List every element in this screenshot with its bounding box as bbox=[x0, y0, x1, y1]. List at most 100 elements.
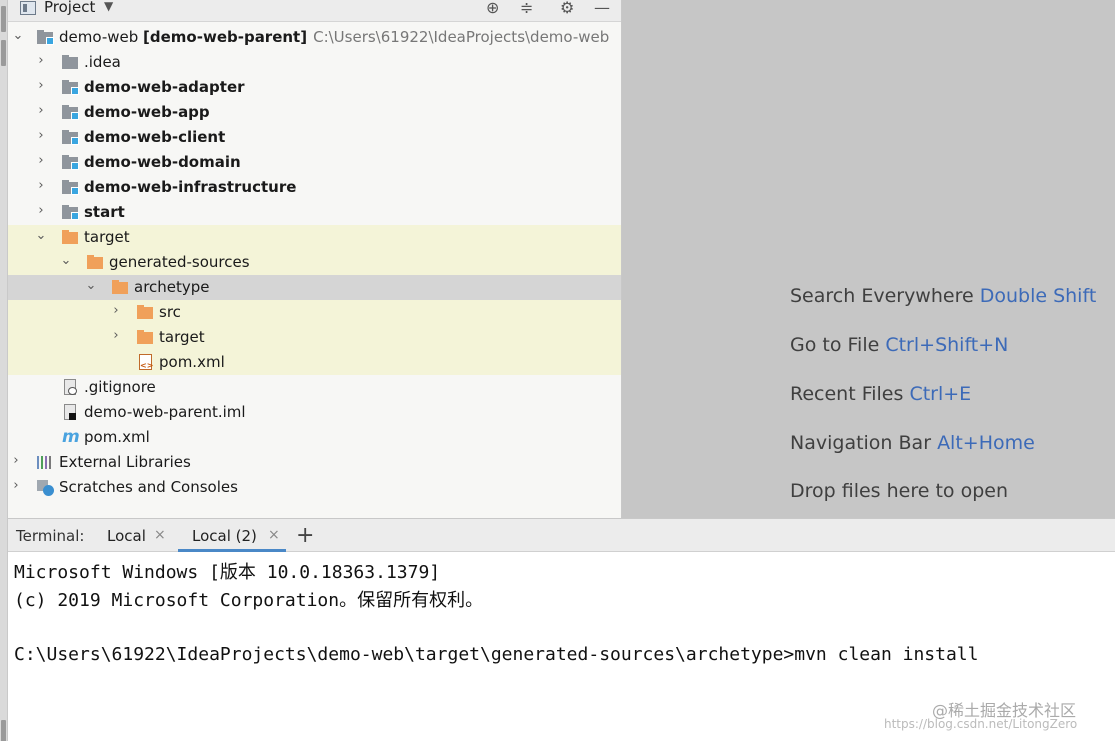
chevron-down-icon[interactable]: ⌄ bbox=[60, 253, 72, 269]
tree-item-pom-xml[interactable]: m pom.xml bbox=[8, 425, 621, 450]
tree-item-scratches[interactable]: › Scratches and Consoles bbox=[8, 475, 621, 500]
tree-item-target[interactable]: ⌄ target bbox=[8, 225, 621, 250]
tree-item-label: src bbox=[159, 303, 181, 321]
folder-icon bbox=[112, 279, 130, 295]
tree-item-label: demo-web-app bbox=[84, 103, 210, 121]
tree-item-external-libraries[interactable]: › External Libraries bbox=[8, 450, 621, 475]
hint-drop-files: Drop files here to open bbox=[790, 480, 1009, 502]
tab-local[interactable]: Local × bbox=[98, 519, 176, 552]
chevron-right-icon[interactable]: › bbox=[10, 453, 22, 469]
tree-item-demo-web-client[interactable]: › demo-web-client bbox=[8, 125, 621, 150]
scratches-icon bbox=[37, 479, 55, 496]
project-panel-header: Project ▼ ⊕ ≑ ⚙ — bbox=[8, 0, 621, 22]
locate-icon[interactable]: ⊕ bbox=[486, 0, 499, 17]
tree-item-archetype[interactable]: ⌄ archetype bbox=[8, 275, 621, 300]
tab-label: Local bbox=[107, 527, 146, 545]
close-icon[interactable]: × bbox=[154, 527, 166, 543]
folder-icon bbox=[62, 54, 80, 70]
iml-file-icon bbox=[62, 404, 80, 420]
chevron-right-icon[interactable]: › bbox=[35, 103, 47, 119]
chevron-right-icon[interactable]: › bbox=[35, 128, 47, 144]
terminal-prompt-line: C:\Users\61922\IdeaProjects\demo-web\tar… bbox=[14, 644, 979, 665]
module-folder-icon bbox=[62, 129, 80, 145]
chevron-right-icon[interactable]: › bbox=[10, 478, 22, 494]
tree-item-label: .gitignore bbox=[84, 378, 156, 396]
hint-recent-files: Recent Files Ctrl+E bbox=[790, 383, 972, 405]
tree-item-label: External Libraries bbox=[59, 453, 191, 471]
tree-item-demo-web-domain[interactable]: › demo-web-domain bbox=[8, 150, 621, 175]
tree-item-label: target bbox=[159, 328, 205, 346]
tree-item-demo-web-app[interactable]: › demo-web-app bbox=[8, 100, 621, 125]
tree-item-idea[interactable]: › .idea bbox=[8, 50, 621, 75]
tree-item-gitignore[interactable]: .gitignore bbox=[8, 375, 621, 400]
folder-icon bbox=[137, 329, 155, 345]
module-folder-icon bbox=[62, 204, 80, 220]
tree-item-target-inner[interactable]: › target bbox=[8, 325, 621, 350]
library-icon bbox=[37, 454, 55, 470]
tree-item-src[interactable]: › src bbox=[8, 300, 621, 325]
tree-item-label: demo-web-infrastructure bbox=[84, 178, 297, 196]
tool-strip-tab[interactable] bbox=[1, 720, 6, 741]
close-icon[interactable]: × bbox=[268, 527, 280, 543]
terminal-tab-bar: Terminal: Local × Local (2) × + bbox=[8, 518, 1115, 552]
hint-search-everywhere: Search Everywhere Double Shift bbox=[790, 285, 1097, 307]
terminal-line: Microsoft Windows [版本 10.0.18363.1379] bbox=[14, 562, 441, 583]
left-tool-strip bbox=[0, 0, 8, 741]
chevron-right-icon[interactable]: › bbox=[35, 78, 47, 94]
hint-navigation-bar: Navigation Bar Alt+Home bbox=[790, 432, 1035, 454]
hide-panel-icon[interactable]: — bbox=[594, 0, 610, 17]
terminal-label: Terminal: bbox=[16, 527, 85, 545]
tree-item-demo-web-infrastructure[interactable]: › demo-web-infrastructure bbox=[8, 175, 621, 200]
tree-item-label: demo-web [demo-web-parent] C:\Users\61922… bbox=[59, 28, 610, 46]
chevron-down-icon[interactable]: ⌄ bbox=[12, 28, 24, 44]
tree-item-demo-web-parent-iml[interactable]: demo-web-parent.iml bbox=[8, 400, 621, 425]
chevron-down-icon[interactable]: ▼ bbox=[104, 0, 113, 13]
tab-label: Local (2) bbox=[192, 527, 257, 545]
module-folder-icon bbox=[62, 104, 80, 120]
chevron-right-icon[interactable]: › bbox=[35, 203, 47, 219]
tree-item-label: generated-sources bbox=[109, 253, 250, 271]
chevron-right-icon[interactable]: › bbox=[35, 178, 47, 194]
tree-item-demo-web[interactable]: ⌄ demo-web [demo-web-parent] C:\Users\619… bbox=[8, 25, 621, 50]
chevron-right-icon[interactable]: › bbox=[110, 328, 122, 344]
chevron-down-icon[interactable]: ⌄ bbox=[35, 228, 47, 244]
tree-item-label: demo-web-domain bbox=[84, 153, 241, 171]
tree-item-label: target bbox=[84, 228, 130, 246]
tab-local-2[interactable]: Local (2) × bbox=[178, 519, 286, 552]
tree-item-pom-xml-inner[interactable]: <> pom.xml bbox=[8, 350, 621, 375]
tree-item-label: archetype bbox=[134, 278, 210, 296]
project-icon bbox=[20, 1, 36, 15]
tree-item-label: pom.xml bbox=[159, 353, 225, 371]
maven-icon: m bbox=[62, 427, 80, 447]
module-folder-icon bbox=[62, 154, 80, 170]
chevron-right-icon[interactable]: › bbox=[110, 303, 122, 319]
hint-go-to-file: Go to File Ctrl+Shift+N bbox=[790, 334, 1009, 356]
chevron-right-icon[interactable]: › bbox=[35, 53, 47, 69]
tree-item-label: start bbox=[84, 203, 125, 221]
tree-item-demo-web-adapter[interactable]: › demo-web-adapter bbox=[8, 75, 621, 100]
editor-empty-pane[interactable]: Search Everywhere Double Shift Go to Fil… bbox=[622, 0, 1115, 518]
watermark-url: https://blog.csdn.net/LitongZero bbox=[884, 717, 1078, 731]
tree-item-label: .idea bbox=[84, 53, 121, 71]
tree-item-label: Scratches and Consoles bbox=[59, 478, 238, 496]
gear-icon[interactable]: ⚙ bbox=[560, 0, 574, 17]
tool-strip-tab[interactable] bbox=[1, 6, 6, 32]
tree-item-label: demo-web-adapter bbox=[84, 78, 245, 96]
tree-item-start[interactable]: › start bbox=[8, 200, 621, 225]
tree-item-label: demo-web-client bbox=[84, 128, 226, 146]
module-folder-icon bbox=[62, 79, 80, 95]
chevron-down-icon[interactable]: ⌄ bbox=[85, 278, 97, 294]
collapse-all-icon[interactable]: ≑ bbox=[520, 0, 533, 17]
chevron-right-icon[interactable]: › bbox=[35, 153, 47, 169]
terminal-line: (c) 2019 Microsoft Corporation。保留所有权利。 bbox=[14, 590, 484, 611]
xml-file-icon: <> bbox=[137, 354, 155, 370]
tool-strip-tab[interactable] bbox=[1, 40, 6, 66]
ignore-file-icon bbox=[62, 379, 80, 395]
add-terminal-button[interactable]: + bbox=[296, 523, 314, 548]
module-folder-icon bbox=[37, 29, 55, 45]
excluded-folder-icon bbox=[62, 229, 80, 245]
project-panel: Project ▼ ⊕ ≑ ⚙ — ⌄ demo-web [demo-web-p… bbox=[8, 0, 622, 518]
project-view-selector[interactable]: Project bbox=[44, 0, 95, 16]
tree-item-generated-sources[interactable]: ⌄ generated-sources bbox=[8, 250, 621, 275]
module-folder-icon bbox=[62, 179, 80, 195]
